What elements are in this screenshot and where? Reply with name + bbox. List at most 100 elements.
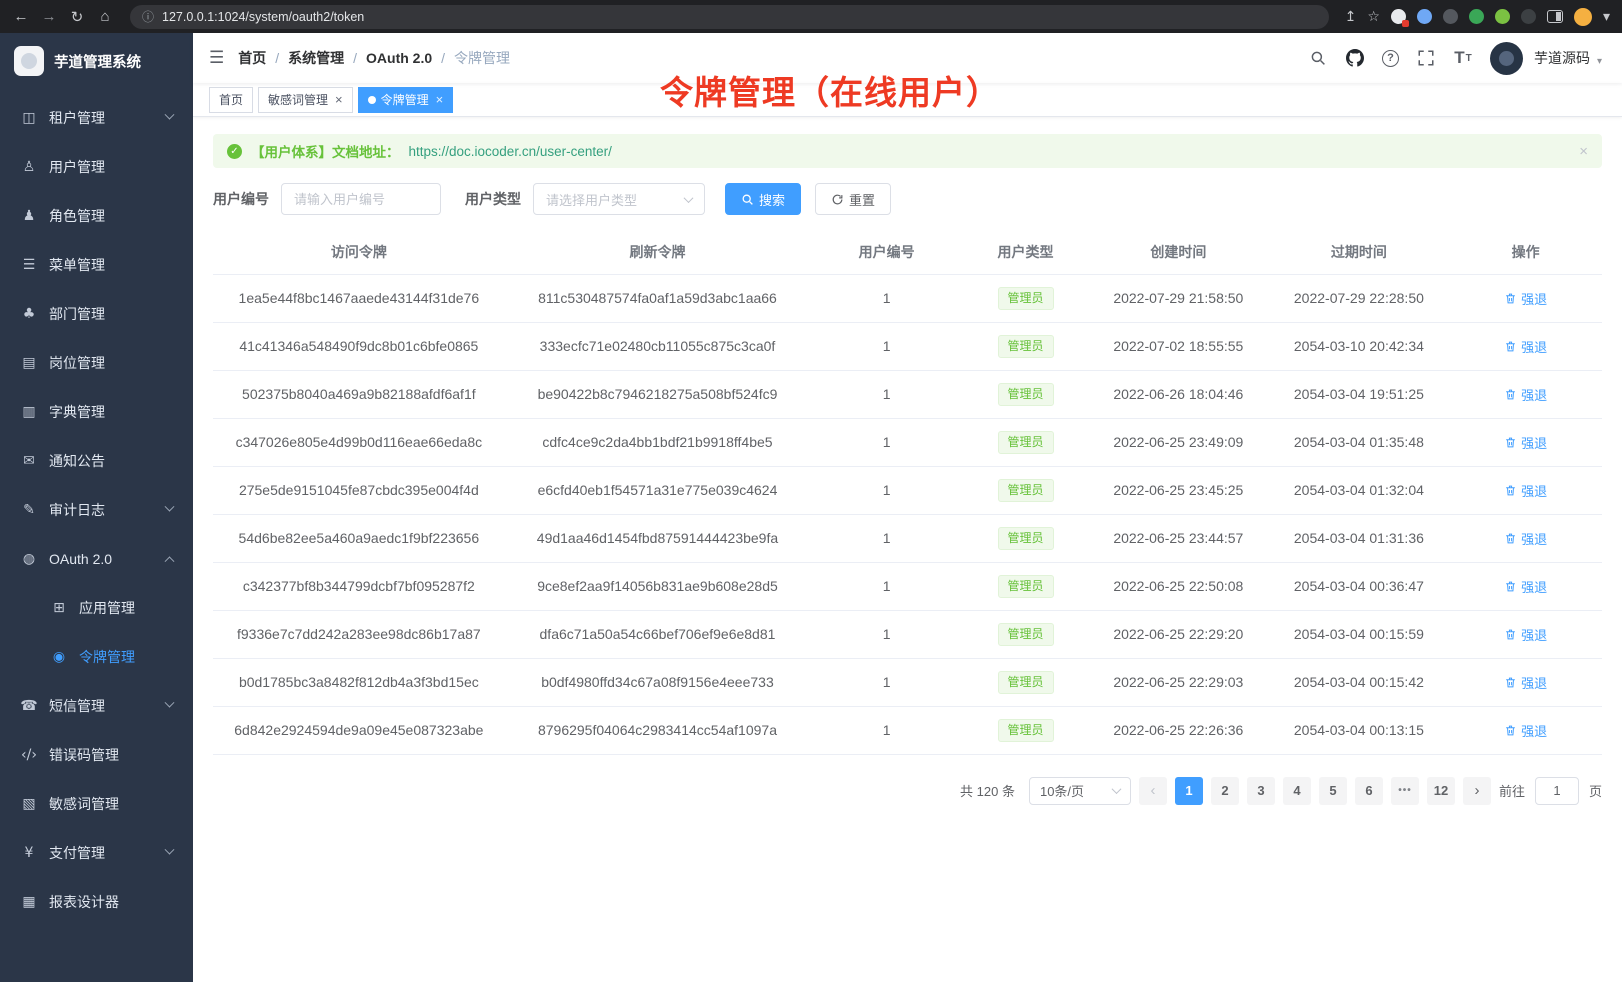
extension-icon[interactable] [1469,9,1484,24]
action-cell: 强退 [1449,274,1602,322]
extension-icon[interactable] [1417,9,1432,24]
doc-link[interactable]: https://doc.iocoder.cn/user-center/ [409,144,612,159]
pagination-prev-button[interactable]: ‹ [1139,777,1167,805]
url-bar[interactable]: ⓘ 127.0.0.1:1024/system/oauth2/token [130,5,1329,29]
close-icon[interactable]: × [436,93,444,106]
sidebar-item-audit-log[interactable]: ✎审计日志 [0,485,193,534]
force-logout-button[interactable]: 强退 [1504,721,1547,740]
sidebar-item-tenant[interactable]: ◫租户管理 [0,93,193,142]
sidebar-item-post[interactable]: ▤岗位管理 [0,338,193,387]
pagination-page-4[interactable]: 4 [1283,777,1311,805]
force-logout-button[interactable]: 强退 [1504,289,1547,308]
tab-home[interactable]: 首页 [209,87,253,113]
breadcrumb-item[interactable]: 首页 [238,48,266,68]
close-icon[interactable]: × [335,93,343,106]
goto-page-input[interactable] [1535,777,1579,805]
sidebar-item-sms[interactable]: ☎短信管理 [0,681,193,730]
sidebar-item-user[interactable]: ♙用户管理 [0,142,193,191]
extension-icon[interactable] [1521,9,1536,24]
browser-menu-icon[interactable]: ▾ [1603,8,1610,25]
browser-home-icon[interactable]: ⌂ [92,4,118,30]
side-panel-icon[interactable] [1547,10,1563,23]
top-navbar: ☰ 首页/系统管理/OAuth 2.0/令牌管理 ? TT 芋道源码 ▾ [193,33,1622,83]
browser-reload-icon[interactable]: ↻ [64,4,90,30]
created-time-cell: 2022-06-25 23:44:57 [1088,514,1269,562]
app-logo-row[interactable]: 芋道管理系统 [0,33,193,89]
sidebar-item-dept[interactable]: ♣部门管理 [0,289,193,338]
force-logout-button[interactable]: 强退 [1504,385,1547,404]
sidebar-toggle-icon[interactable]: ☰ [193,48,238,68]
created-time-cell: 2022-06-25 22:26:36 [1088,706,1269,754]
pagination-page-6[interactable]: 6 [1355,777,1383,805]
sidebar-item-label: OAuth 2.0 [49,551,112,567]
pagination-page-5[interactable]: 5 [1319,777,1347,805]
help-icon[interactable]: ? [1382,50,1399,67]
user-type-cell: 管理员 [963,274,1088,322]
force-logout-button[interactable]: 强退 [1504,433,1547,452]
tenant-icon: ◫ [20,110,38,126]
pagination-page-3[interactable]: 3 [1247,777,1275,805]
share-icon[interactable]: ↥ [1345,8,1357,25]
user-id-input[interactable] [281,183,441,215]
sidebar-item-pay[interactable]: ¥支付管理 [0,828,193,877]
extension-icon[interactable] [1443,9,1458,24]
reset-button[interactable]: 重置 [815,183,891,215]
alert-close-icon[interactable]: × [1579,143,1588,160]
page-unit-label: 页 [1589,781,1602,800]
sidebar-item-notice[interactable]: ✉通知公告 [0,436,193,485]
extension-icon[interactable] [1391,9,1406,24]
force-logout-label: 强退 [1521,385,1547,404]
expire-time-cell: 2054-03-04 00:13:15 [1269,706,1450,754]
pagination-page-1[interactable]: 1 [1175,777,1203,805]
fullscreen-icon[interactable] [1416,48,1436,68]
sidebar-item-label: 部门管理 [49,304,105,324]
filter-form: 用户编号 用户类型 请选择用户类型 搜索 重置 [213,183,1602,215]
force-logout-button[interactable]: 强退 [1504,481,1547,500]
bookmark-star-icon[interactable]: ☆ [1367,8,1380,25]
sidebar-item-oauth2-token[interactable]: ◉令牌管理 [0,632,193,681]
search-icon[interactable] [1308,48,1328,68]
force-logout-button[interactable]: 强退 [1504,529,1547,548]
action-cell: 强退 [1449,658,1602,706]
access-token-cell: 6d842e2924594de9a09e45e087323abe [213,706,505,754]
breadcrumb-separator: / [275,50,279,66]
sidebar-item-menu[interactable]: ☰菜单管理 [0,240,193,289]
extension-icon[interactable] [1495,9,1510,24]
site-info-icon[interactable]: ⓘ [142,8,154,25]
breadcrumb-item[interactable]: OAuth 2.0 [366,50,432,66]
created-time-cell: 2022-06-25 22:29:03 [1088,658,1269,706]
sidebar-item-sensitive-word[interactable]: ▧敏感词管理 [0,779,193,828]
action-cell: 强退 [1449,370,1602,418]
sidebar-item-role[interactable]: ♟角色管理 [0,191,193,240]
force-logout-button[interactable]: 强退 [1504,577,1547,596]
force-logout-button[interactable]: 强退 [1504,673,1547,692]
browser-forward-icon[interactable]: → [36,4,62,30]
github-icon[interactable] [1345,48,1365,68]
user-avatar[interactable] [1490,42,1523,75]
tab-label: 敏感词管理 [268,91,328,108]
caret-down-icon: ▾ [1597,56,1602,67]
sidebar-item-dict[interactable]: ▥字典管理 [0,387,193,436]
username[interactable]: 芋道源码 [1534,48,1590,68]
sidebar-item-label: 应用管理 [79,598,135,618]
tab-token[interactable]: 令牌管理× [358,87,454,113]
pagination-page-2[interactable]: 2 [1211,777,1239,805]
sidebar-item-report-designer[interactable]: ▦报表设计器 [0,877,193,926]
sidebar-item-oauth2-app[interactable]: ⊞应用管理 [0,583,193,632]
pagination-page-12[interactable]: 12 [1427,777,1455,805]
user-type-select[interactable]: 请选择用户类型 [533,183,705,215]
browser-profile-avatar[interactable] [1574,8,1592,26]
search-button[interactable]: 搜索 [725,183,801,215]
sidebar-item-oauth2[interactable]: ◍OAuth 2.0 [0,534,193,583]
force-logout-button[interactable]: 强退 [1504,625,1547,644]
browser-back-icon[interactable]: ← [8,4,34,30]
force-logout-button[interactable]: 强退 [1504,337,1547,356]
user-type-badge: 管理员 [998,383,1054,406]
breadcrumb-item[interactable]: 系统管理 [288,48,344,68]
pagination-next-button[interactable]: › [1463,777,1491,805]
font-size-icon[interactable]: TT [1453,48,1473,68]
page-size-select[interactable]: 10条/页 [1029,777,1131,805]
tab-sensitive-word[interactable]: 敏感词管理 × [258,87,353,113]
sidebar-item-error-code[interactable]: ‹/›错误码管理 [0,730,193,779]
pagination-more-button[interactable]: ••• [1391,777,1419,805]
